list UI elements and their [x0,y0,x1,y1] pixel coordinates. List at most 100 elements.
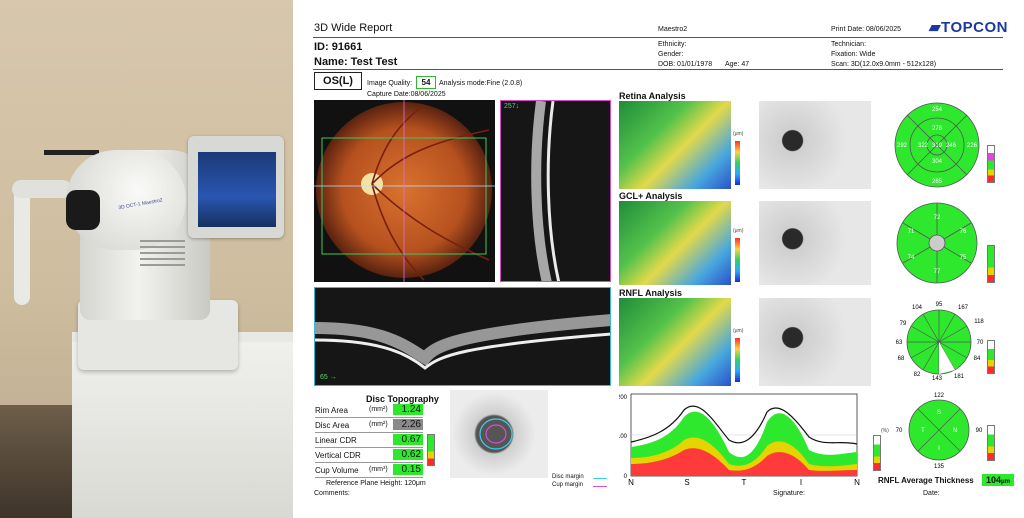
cup-margin-swatch [593,486,607,487]
clock-val-4: 84 [974,356,981,362]
quad-val-3: 70 [896,428,903,434]
disc-row-value: 2.26 [393,419,423,430]
retina-val-7: 265 [932,179,943,185]
gcl-pct-legend [987,245,995,283]
rnfl-average-value: 104μm [982,474,1014,486]
vent-grille [140,240,185,270]
retina-val-3: 292 [897,143,908,149]
patient-name: Name: Test Test [314,56,398,68]
tsnit-x-n1: N [628,478,634,486]
oct-v-svg [531,101,561,281]
rnfl-deviation-map [759,298,871,386]
report-title: 3D Wide Report [314,22,393,34]
oct-report: 3D Wide Report Maestro2 Print Date: 08/0… [293,0,1024,518]
technician: Technician: [831,41,867,48]
dob: DOB: 01/01/1978 [658,61,713,68]
clock-val-1: 167 [958,305,969,311]
rnfl-quadrant-chart: 122 90 135 70 S N I T [896,393,983,470]
eye-badge: OS(L) [314,72,362,90]
quad-val-2: 135 [934,464,945,470]
disc-pct-legend [427,434,435,466]
disc-row-value: 0.15 [393,464,423,475]
rnfl-clock-chart: 95 167 118 70 84 181 143 82 68 63 79 104 [896,302,985,382]
brand-text: TOPCON [941,19,1008,36]
capture-date: Capture Date:08/06/2025 [367,91,446,98]
device-photo: 3D OCT-1 Maestro2 [0,0,293,518]
quad-letter-n: N [953,428,957,434]
header-rule-2 [313,69,1003,70]
disc-topography-title: Disc Topography [366,394,439,404]
retina-analysis-title: Retina Analysis [619,91,686,101]
image-quality-label: Image Quality: [367,80,413,87]
ethnicity: Ethnicity: [658,41,687,48]
gcl-val-0: 72 [934,215,941,221]
forehead-rod [44,150,99,155]
gcl-analysis-title: GCL+ Analysis [619,191,683,201]
patient-id: ID: 91661 [314,41,363,53]
tsnit-legend-unit: (%) [881,428,889,434]
retina-val-8: 226 [967,143,978,149]
retina-thickness-map [619,101,731,189]
rnfl-quadrant-legend [987,425,995,461]
tsnit-chart: 200 100 0 N S T I N [619,393,860,486]
chinrest-arm [14,185,30,305]
retina-pct-legend [987,145,995,183]
clock-val-11: 104 [912,305,923,311]
clock-val-7: 82 [914,372,921,378]
disc-row-value: 0.62 [393,449,423,460]
disc-row-label: Linear CDR [315,436,357,445]
comments-label: Comments: [314,490,350,497]
retina-val-0: 254 [932,107,943,113]
retina-val-4: 319 [932,143,943,149]
gcl-val-2: 75 [960,255,967,261]
clock-val-0: 95 [936,302,943,308]
disc-margin-legend: Disc margin [552,474,584,480]
chinrest [12,180,72,198]
quad-letter-s: S [937,410,941,416]
disc-row-label: Cup Volume [315,466,359,475]
fixation: Fixation: Wide [831,51,876,58]
tsnit-y-0: 0 [624,474,628,480]
disc-margin-outline [479,418,513,450]
image-quality-value: 54 [416,76,436,89]
rnfl-average-number: 104 [985,475,1001,485]
topcon-logo: ▰TOPCON [929,18,1008,36]
rnfl-clock-legend [987,340,995,374]
rnfl-scale-unit: (μm) [733,328,744,334]
clock-val-5: 181 [954,374,965,380]
retina-val-2: 322 [918,143,929,149]
oct-h-label: 65 → [320,374,337,381]
rnfl-average-unit: μm [1001,479,1011,485]
quad-val-1: 90 [976,428,983,434]
disc-row-separator [315,477,423,478]
age: Age: 47 [725,61,750,68]
gcl-val-1: 76 [960,229,967,235]
disc-row-separator [315,417,423,418]
disc-row-label: Rim Area [315,406,348,415]
clock-val-2: 118 [974,319,984,325]
fundus-svg [314,100,495,282]
gcl-thickness-map [619,201,731,285]
disc-margin-swatch [593,478,607,479]
device-name: Maestro2 [658,26,688,33]
gcl-scale-unit: (μm) [733,228,744,234]
oct-horizontal-bscan: 65 → [314,287,611,386]
gcl-grid: 72 76 75 77 74 71 [896,202,978,284]
tsnit-legend [873,435,881,471]
clock-val-3: 70 [977,340,984,346]
tsnit-x-t: T [742,478,747,486]
date-label: Date: [923,490,940,497]
clock-val-10: 79 [900,321,907,327]
signature-label: Signature: [773,490,805,497]
scan-protocol: Scan: 3D(12.0x9.0mm - 512x128) [831,61,937,68]
header-rule [313,37,1003,38]
gender: Gender: [658,51,684,58]
disc-row-separator [315,447,423,448]
gcl-scale-bar [735,238,740,282]
retina-etdrs-grid: 254 278 322 292 319 246 304 265 226 [894,102,980,188]
gcl-val-3: 77 [934,269,941,275]
logo-icon: ▰ [929,19,942,36]
tsnit-y-100: 100 [619,434,628,440]
fundus-photo [314,100,495,282]
cup-margin-legend: Cup margin [552,482,584,488]
